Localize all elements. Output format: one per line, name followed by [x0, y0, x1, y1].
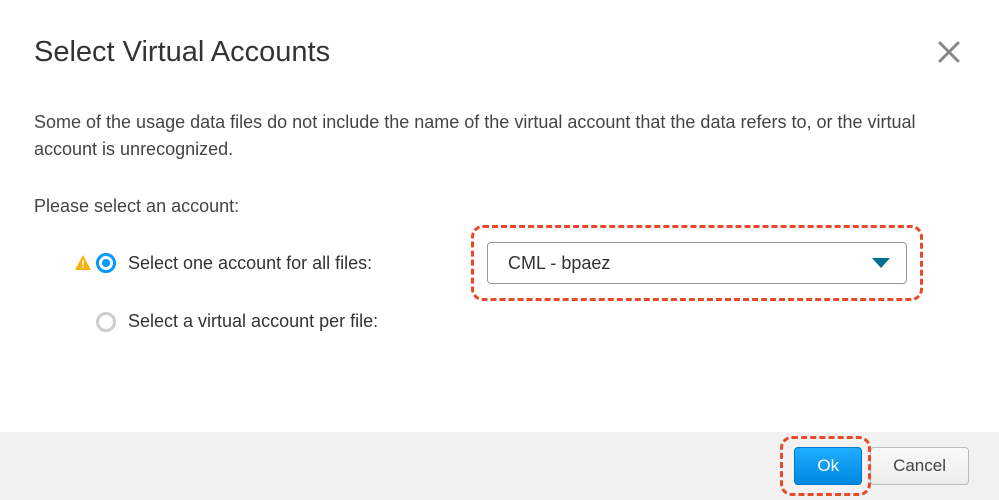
ok-button[interactable]: Ok — [794, 447, 862, 485]
account-dropdown-value: CML - bpaez — [508, 250, 610, 277]
account-select-wrap: CML - bpaez — [487, 242, 907, 284]
cancel-button[interactable]: Cancel — [870, 447, 969, 485]
option-per-file-left: Select a virtual account per file: — [34, 308, 487, 335]
modal-description: Some of the usage data files do not incl… — [34, 109, 965, 163]
modal-header: Select Virtual Accounts — [0, 0, 999, 69]
account-dropdown[interactable]: CML - bpaez — [487, 242, 907, 284]
modal-body: Some of the usage data files do not incl… — [0, 69, 999, 432]
caret-down-icon — [872, 258, 890, 268]
modal-title: Select Virtual Accounts — [34, 36, 330, 69]
close-button[interactable] — [933, 36, 965, 68]
radio-per-file[interactable] — [96, 312, 116, 332]
ok-button-wrap: Ok — [794, 447, 862, 485]
option-all-files-left: Select one account for all files: — [34, 250, 487, 277]
option-all-files-label: Select one account for all files: — [128, 250, 372, 277]
radio-all-files[interactable] — [96, 253, 116, 273]
select-virtual-accounts-modal: Select Virtual Accounts Some of the usag… — [0, 0, 999, 500]
close-icon — [937, 40, 961, 64]
modal-footer: Ok Cancel — [0, 432, 999, 500]
prompt-label: Please select an account: — [34, 193, 965, 220]
warning-icon — [74, 254, 92, 272]
option-per-file-row: Select a virtual account per file: — [34, 308, 965, 335]
option-all-files-row: Select one account for all files: CML - … — [34, 242, 965, 284]
option-per-file-label: Select a virtual account per file: — [128, 308, 378, 335]
